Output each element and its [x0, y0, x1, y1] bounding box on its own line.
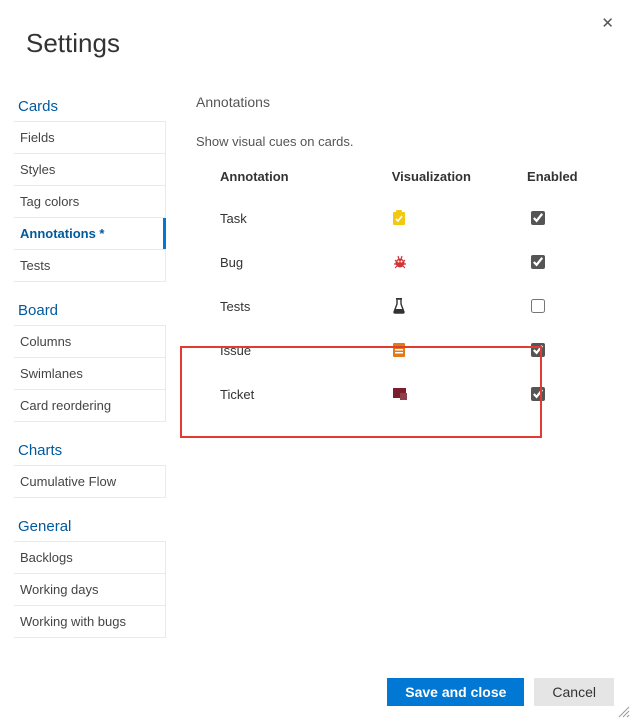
cancel-button[interactable]: Cancel [534, 678, 614, 706]
table-row: Issue [196, 328, 602, 372]
nav-group: Cumulative Flow [14, 465, 166, 498]
table-row: Ticket [196, 372, 602, 416]
enabled-cell [523, 240, 602, 284]
sidebar-item[interactable]: Working with bugs [14, 606, 165, 637]
annotations-table: Annotation Visualization Enabled TaskBug… [196, 163, 602, 416]
enabled-cell [523, 328, 602, 372]
annotation-name: Task [196, 196, 388, 240]
sidebar-item[interactable]: Cumulative Flow [14, 466, 165, 497]
enabled-checkbox[interactable] [531, 211, 545, 225]
sidebar-item[interactable]: Backlogs [14, 542, 165, 574]
enabled-cell [523, 284, 602, 328]
issue-icon [388, 328, 523, 372]
task-icon [388, 196, 523, 240]
col-header-visualization: Visualization [388, 163, 523, 196]
close-icon[interactable]: ✕ [601, 14, 614, 32]
section-head: General [14, 510, 166, 541]
enabled-checkbox[interactable] [531, 387, 545, 401]
sidebar-item[interactable]: Fields [14, 122, 165, 154]
sidebar-item[interactable]: Columns [14, 326, 165, 358]
panel-desc: Show visual cues on cards. [196, 134, 602, 149]
enabled-checkbox[interactable] [531, 343, 545, 357]
table-row: Tests [196, 284, 602, 328]
annotations-panel: Annotations Show visual cues on cards. A… [166, 90, 632, 662]
section-head: Cards [14, 90, 166, 121]
enabled-checkbox[interactable] [531, 255, 545, 269]
resize-handle-icon[interactable] [618, 706, 630, 718]
panel-title: Annotations [196, 90, 602, 110]
sidebar-item[interactable]: Working days [14, 574, 165, 606]
section-head: Board [14, 294, 166, 325]
nav-group: ColumnsSwimlanesCard reordering [14, 325, 166, 422]
sidebar-item[interactable]: Tests [14, 250, 165, 281]
annotation-name: Ticket [196, 372, 388, 416]
save-and-close-button[interactable]: Save and close [387, 678, 524, 706]
settings-dialog: ✕ Settings CardsFieldsStylesTag colorsAn… [0, 0, 632, 720]
page-title: Settings [0, 0, 632, 59]
sidebar-item[interactable]: Swimlanes [14, 358, 165, 390]
enabled-cell [523, 372, 602, 416]
nav-group: FieldsStylesTag colorsAnnotations *Tests [14, 121, 166, 282]
sidebar: CardsFieldsStylesTag colorsAnnotations *… [0, 90, 166, 662]
nav-group: BacklogsWorking daysWorking with bugs [14, 541, 166, 638]
sidebar-item[interactable]: Tag colors [14, 186, 165, 218]
ticket-icon [388, 372, 523, 416]
enabled-cell [523, 196, 602, 240]
enabled-checkbox[interactable] [531, 299, 545, 313]
col-header-annotation: Annotation [196, 163, 388, 196]
footer: Save and close Cancel [387, 678, 614, 706]
tests-icon [388, 284, 523, 328]
table-row: Bug [196, 240, 602, 284]
sidebar-item[interactable]: Annotations * [14, 218, 165, 250]
section-head: Charts [14, 434, 166, 465]
sidebar-item[interactable]: Styles [14, 154, 165, 186]
table-row: Task [196, 196, 602, 240]
annotation-name: Issue [196, 328, 388, 372]
sidebar-item[interactable]: Card reordering [14, 390, 165, 421]
col-header-enabled: Enabled [523, 163, 602, 196]
annotation-name: Bug [196, 240, 388, 284]
annotation-name: Tests [196, 284, 388, 328]
bug-icon [388, 240, 523, 284]
